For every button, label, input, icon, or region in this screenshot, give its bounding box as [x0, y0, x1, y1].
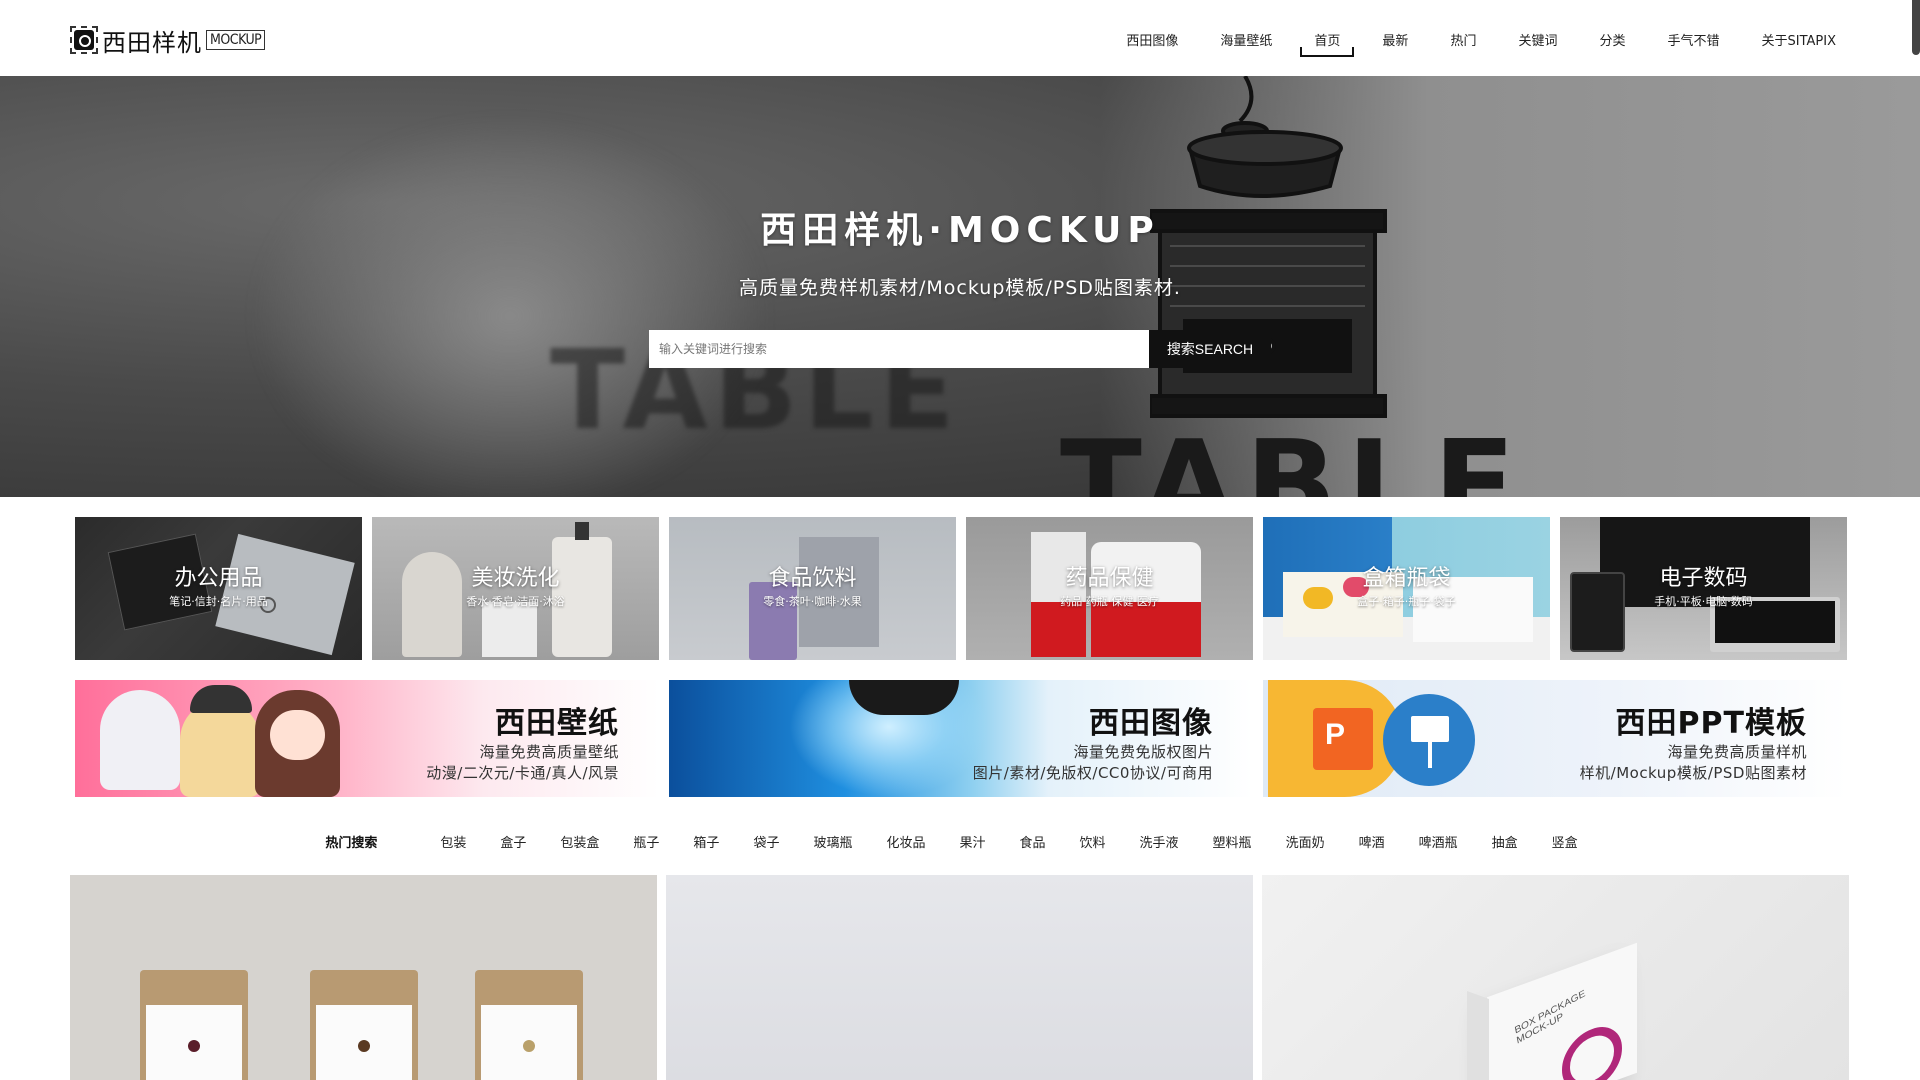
- banner-wallpaper[interactable]: 西田壁纸 海量免费高质量壁纸 动漫/二次元/卡通/真人/风景: [75, 680, 659, 797]
- logo-icon: [70, 26, 98, 54]
- hot-search-label: 热门搜索: [325, 835, 378, 851]
- banner-line-2: 图片/素材/免版权/CC0协议/可商用: [972, 764, 1213, 782]
- category-tile-medicine[interactable]: 药品保健 药品·药瓶·保健·医疗: [966, 517, 1253, 660]
- banner-ppt[interactable]: P 西田PPT模板 海量免费高质量样机 样机/Mockup模板/PSD贴图素材: [1263, 680, 1847, 797]
- nav-item-lucky[interactable]: 手气不错: [1651, 24, 1735, 57]
- promo-banners: 西田壁纸 海量免费高质量壁纸 动漫/二次元/卡通/真人/风景 西田图像 海量免费…: [75, 680, 1847, 797]
- anime-characters-illustration: [90, 680, 370, 797]
- nav-item-hot[interactable]: 热门: [1434, 24, 1492, 57]
- banner-line-2: 动漫/二次元/卡通/真人/风景: [426, 764, 619, 782]
- nav-item-images[interactable]: 西田图像: [1110, 24, 1194, 57]
- hot-search-bar: 热门搜索 包装 盒子 包装盒 瓶子 箱子 袋子 玻璃瓶 化妆品 果汁 食品 饮料…: [0, 830, 1920, 852]
- category-tile-food[interactable]: 食品饮料 零食·茶叶·咖啡·水果: [669, 517, 956, 660]
- nav-item-wallpapers[interactable]: 海量壁纸: [1204, 24, 1288, 57]
- hot-search-tag[interactable]: 抽盒: [1492, 832, 1518, 851]
- category-title: 盒箱瓶袋: [1362, 566, 1451, 591]
- hero-bg-text-sharp: TABLE: [1060, 416, 1526, 497]
- hot-search-tag[interactable]: 箱子: [693, 832, 719, 851]
- mockup-card[interactable]: [70, 875, 657, 1080]
- banner-title: 西田壁纸: [495, 706, 619, 741]
- nav-item-keywords[interactable]: 关键词: [1502, 24, 1573, 57]
- category-title: 电子数码: [1659, 566, 1748, 591]
- hot-search-tag[interactable]: 啤酒: [1359, 832, 1385, 851]
- search-input[interactable]: [649, 330, 1149, 368]
- category-subtitle: 香水·香皂·洁面·沐浴: [466, 595, 565, 608]
- hot-search-tag[interactable]: 袋子: [753, 832, 779, 851]
- category-title: 药品保健: [1065, 566, 1154, 591]
- hot-search-tag[interactable]: 玻璃瓶: [813, 832, 852, 851]
- pouch-mockup-image: [70, 875, 657, 1080]
- category-title: 办公用品: [174, 566, 263, 591]
- nav-item-categories[interactable]: 分类: [1583, 24, 1641, 57]
- category-subtitle: 盒子·箱子·瓶子·袋子: [1357, 595, 1456, 608]
- mockup-card[interactable]: BOX PACKAGE MOCK-UP: [1262, 875, 1849, 1080]
- site-header: 西田样机 MOCKUP 西田图像 海量壁纸 首页 最新 热门 关键词 分类 手气…: [0, 0, 1920, 76]
- scrollbar-thumb[interactable]: [1912, 0, 1920, 55]
- banner-title: 西田图像: [1089, 706, 1213, 741]
- hot-search-tag[interactable]: 塑料瓶: [1213, 832, 1252, 851]
- nav-item-latest[interactable]: 最新: [1366, 24, 1424, 57]
- category-tile-beauty[interactable]: 美妆洗化 香水·香皂·洁面·沐浴: [372, 517, 659, 660]
- banner-title: 西田PPT模板: [1615, 706, 1807, 741]
- nav-item-about[interactable]: 关于SITAPIX: [1746, 24, 1853, 57]
- hot-search-tag[interactable]: 洗面奶: [1286, 832, 1325, 851]
- hot-search-tag[interactable]: 瓶子: [633, 832, 659, 851]
- mockup-card[interactable]: [666, 875, 1253, 1080]
- category-tile-digital[interactable]: 电子数码 手机·平板·电脑·数码: [1560, 517, 1847, 660]
- hot-search-tag[interactable]: 包装盒: [560, 832, 599, 851]
- nav-item-home[interactable]: 首页: [1298, 24, 1356, 57]
- category-subtitle: 手机·平板·电脑·数码: [1654, 595, 1753, 608]
- hot-search-tag[interactable]: 食品: [1020, 832, 1046, 851]
- logo-text-en: MOCKUP: [206, 30, 266, 50]
- hero-title: 西田样机·MOCKUP: [760, 210, 1160, 251]
- category-title: 食品饮料: [768, 566, 857, 591]
- site-logo[interactable]: 西田样机 MOCKUP: [70, 25, 266, 57]
- category-tile-office[interactable]: 办公用品 笔记·信封·名片·用品: [75, 517, 362, 660]
- banner-line-2: 样机/Mockup模板/PSD贴图素材: [1579, 764, 1807, 782]
- category-tiles: 办公用品 笔记·信封·名片·用品 美妆洗化 香水·香皂·洁面·沐浴 食品饮料 零…: [75, 517, 1847, 660]
- main-nav: 西田图像 海量壁纸 首页 最新 热门 关键词 分类 手气不错 关于SITAPIX: [1100, 24, 1852, 57]
- category-subtitle: 笔记·信封·名片·用品: [169, 595, 268, 608]
- hero-subtitle: 高质量免费样机素材/Mockup模板/PSD贴图素材.: [739, 277, 1181, 299]
- hot-search-tag[interactable]: 洗手液: [1140, 832, 1179, 851]
- hot-search-tag[interactable]: 竖盒: [1552, 832, 1578, 851]
- banner-line-1: 海量免费免版权图片: [1073, 743, 1213, 761]
- banner-images[interactable]: 西田图像 海量免费免版权图片 图片/素材/免版权/CC0协议/可商用: [669, 680, 1253, 797]
- hot-search-tag[interactable]: 果汁: [959, 832, 985, 851]
- banner-line-1: 海量免费高质量样机: [1667, 743, 1807, 761]
- hot-search-tag[interactable]: 包装: [440, 832, 466, 851]
- logo-text-cn: 西田样机: [102, 28, 202, 57]
- hot-search-tag[interactable]: 啤酒瓶: [1419, 832, 1458, 851]
- category-subtitle: 零食·茶叶·咖啡·水果: [763, 595, 862, 608]
- hot-search-tag[interactable]: 饮料: [1080, 832, 1106, 851]
- search-button[interactable]: 搜索SEARCH: [1149, 330, 1271, 368]
- category-tile-boxes[interactable]: 盒箱瓶袋 盒子·箱子·瓶子·袋子: [1263, 517, 1550, 660]
- mockup-card-grid: BOX PACKAGE MOCK-UP: [70, 875, 1849, 1080]
- banner-line-1: 海量免费高质量壁纸: [479, 743, 619, 761]
- category-title: 美妆洗化: [471, 566, 560, 591]
- hero-banner: TABLE TABLE 西田样机·MOCKUP 高质量免费样机素材/Mockup…: [0, 76, 1920, 497]
- hot-search-tag[interactable]: 盒子: [500, 832, 526, 851]
- category-subtitle: 药品·药瓶·保健·医疗: [1060, 595, 1159, 608]
- hot-search-tag[interactable]: 化妆品: [886, 832, 925, 851]
- search-bar: 搜索SEARCH: [649, 330, 1271, 368]
- box-package-mockup-image: BOX PACKAGE MOCK-UP: [1487, 942, 1637, 1080]
